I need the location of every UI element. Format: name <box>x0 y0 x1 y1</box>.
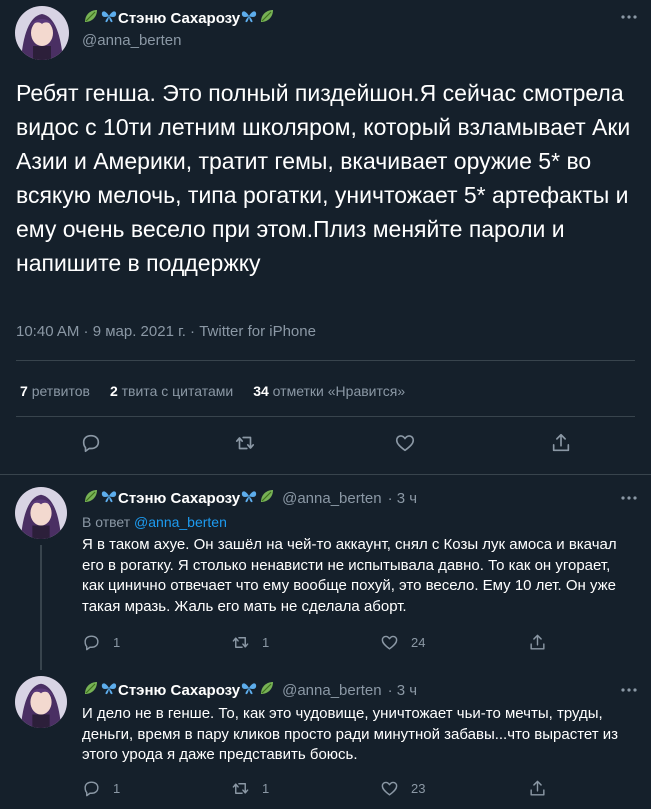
share-icon <box>530 780 545 796</box>
reply-to-handle[interactable]: @anna_berten <box>134 514 227 530</box>
like-button[interactable]: 24 <box>380 633 425 652</box>
display-name: Стэню Сахарозу <box>118 681 241 699</box>
reply-to-label: В ответ <box>82 514 131 530</box>
quotes-label: твита с цитатами <box>121 383 234 399</box>
retweet-icon <box>232 637 249 648</box>
leaf-icon <box>83 8 99 28</box>
retweets-label: ретвитов <box>31 383 90 399</box>
reply-count: 1 <box>113 781 121 796</box>
reply-icon <box>84 635 99 651</box>
divider <box>16 416 635 417</box>
retweet-button[interactable]: 1 <box>231 779 269 798</box>
like-count: 24 <box>411 635 426 650</box>
likes-count: 34 <box>253 383 269 399</box>
reply-count: 1 <box>113 635 121 650</box>
display-name-row[interactable]: Стэню Сахарозу <box>82 8 276 28</box>
handle[interactable]: @anna_berten <box>282 682 381 699</box>
retweets-count: 7 <box>20 383 28 399</box>
display-name-row[interactable]: Стэню Сахарозу @anna_berten · 3 ч <box>82 680 417 700</box>
engagement-stats: 7 ретвитов 2 твита с цитатами 34 отметки… <box>20 383 425 399</box>
reply-tweet[interactable]: Стэню Сахарозу @anna_berten · 3 ч И дело… <box>0 670 651 809</box>
tweet-text: Ребят генша. Это полный пиздейшон.Я сейч… <box>16 80 631 276</box>
reply-button[interactable] <box>80 432 102 454</box>
leaf-icon <box>259 8 275 28</box>
handle[interactable]: @anna_berten <box>282 490 381 507</box>
heart-icon <box>381 635 398 650</box>
share-button[interactable] <box>550 432 572 454</box>
retweet-count: 1 <box>262 781 270 796</box>
thread-line <box>40 545 42 670</box>
leaf-icon <box>259 488 275 508</box>
retweet-count: 1 <box>262 635 270 650</box>
share-button[interactable] <box>528 779 547 798</box>
likes-label: отметки «Нравится» <box>272 383 406 399</box>
leaf-icon <box>83 488 99 508</box>
like-count: 23 <box>411 781 426 796</box>
relative-time[interactable]: · 3 ч <box>388 490 418 507</box>
butterfly-icon <box>241 488 257 508</box>
reply-text: Я в таком ахуе. Он зашёл на чей-то аккау… <box>82 536 617 615</box>
display-name: Стэню Сахарозу <box>118 489 241 507</box>
more-options-icon[interactable] <box>620 8 638 29</box>
reply-icon <box>84 781 99 797</box>
reply-text: И дело не в генше. То, как это чудовище,… <box>82 705 619 763</box>
likes-stat[interactable]: 34 отметки «Нравится» <box>253 383 405 399</box>
quotes-stat[interactable]: 2 твита с цитатами <box>110 383 233 399</box>
display-name: Стэню Сахарозу <box>118 9 241 27</box>
butterfly-icon <box>101 680 117 700</box>
reply-button[interactable]: 1 <box>82 633 120 652</box>
display-name-row[interactable]: Стэню Сахарозу @anna_berten · 3 ч <box>82 488 417 508</box>
leaf-icon <box>83 680 99 700</box>
reply-tweet[interactable]: Стэню Сахарозу @anna_berten · 3 ч В отве… <box>0 475 651 670</box>
main-actions-bar <box>0 430 651 460</box>
relative-time[interactable]: · 3 ч <box>388 682 418 699</box>
heart-icon <box>395 435 415 452</box>
retweets-stat[interactable]: 7 ретвитов <box>20 383 90 399</box>
reply-button[interactable]: 1 <box>82 779 120 798</box>
avatar[interactable] <box>15 487 67 539</box>
like-button[interactable]: 23 <box>380 779 425 798</box>
share-button[interactable] <box>528 633 547 652</box>
reply-icon <box>82 434 100 453</box>
share-icon <box>552 433 570 452</box>
heart-icon <box>381 781 398 796</box>
like-button[interactable] <box>394 432 416 454</box>
butterfly-icon <box>241 8 257 28</box>
avatar[interactable] <box>15 676 67 728</box>
avatar[interactable] <box>15 6 69 60</box>
retweet-icon <box>235 436 255 450</box>
butterfly-icon <box>101 488 117 508</box>
divider <box>16 360 635 361</box>
handle[interactable]: @anna_berten <box>82 32 181 49</box>
retweet-button[interactable] <box>234 432 256 454</box>
leaf-icon <box>259 680 275 700</box>
quotes-count: 2 <box>109 383 118 399</box>
share-icon <box>530 634 545 650</box>
timestamp[interactable]: 10:40 AM · 9 мар. 2021 г. · Twitter for … <box>16 323 316 340</box>
more-options-icon[interactable] <box>620 681 638 702</box>
butterfly-icon <box>241 680 257 700</box>
retweet-button[interactable]: 1 <box>231 633 269 652</box>
main-tweet: Стэню Сахарозу @anna_berten Ребят генша.… <box>0 0 651 475</box>
more-options-icon[interactable] <box>620 489 638 510</box>
retweet-icon <box>232 783 249 794</box>
reply-to-line: В ответ @anna_berten <box>82 514 227 530</box>
butterfly-icon <box>101 8 117 28</box>
tweet-thread-page: Стэню Сахарозу @anna_berten Ребят генша.… <box>0 0 651 809</box>
